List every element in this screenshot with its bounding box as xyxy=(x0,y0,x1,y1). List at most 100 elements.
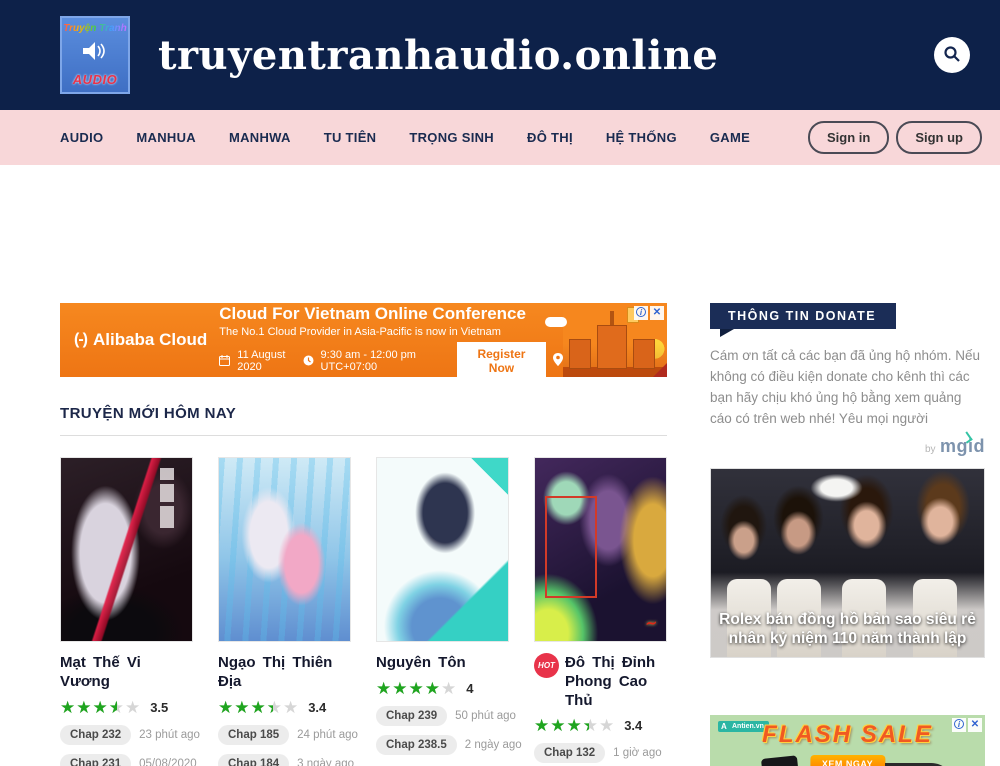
logo-text-top: Truyện Tranh xyxy=(63,23,127,34)
ad-info-icon[interactable]: i xyxy=(952,718,966,732)
comic-cover[interactable] xyxy=(218,457,351,642)
comic-cover[interactable] xyxy=(376,457,509,642)
comic-card: Nguyên Tôn ★★★★★★★★★★ 4 Chap 239 50 phút… xyxy=(376,457,509,766)
xem-ngay-button[interactable]: XEM NGAY xyxy=(810,755,885,766)
comic-card: ~ HOT Đô Thị Đỉnh Phong Cao Thủ ★★★★★★★★… xyxy=(534,457,667,766)
comic-cover[interactable] xyxy=(60,457,193,642)
site-logo[interactable]: Truyện Tranh AUDIO xyxy=(60,16,130,94)
section-divider xyxy=(60,435,667,436)
chapter-row: Chap 184 3 ngày ago xyxy=(218,754,351,766)
ad-headline: Cloud For Vietnam Online Conference xyxy=(219,304,563,324)
comic-title-link[interactable]: Mạt Thế Vi Vương xyxy=(60,654,193,692)
ad-close-icon[interactable]: ✕ xyxy=(650,306,664,320)
nav-items: AUDIO MANHUA MANHWA TU TIÊN TRỌNG SINH Đ… xyxy=(60,130,750,145)
nav-item-he-thong[interactable]: HỆ THỐNG xyxy=(606,130,677,145)
mgid-attribution: by mgid xyxy=(710,436,985,457)
native-ad-image[interactable]: Rolex bán đồng hồ bản sao siêu rẻ nhân k… xyxy=(710,468,985,658)
chapter-link[interactable]: Chap 239 xyxy=(376,706,447,726)
comic-title-link[interactable]: Ngạo Thị Thiên Địa xyxy=(218,654,351,692)
chapter-row: Chap 185 24 phút ago xyxy=(218,725,351,745)
register-now-button[interactable]: Register Now xyxy=(457,342,546,377)
nav-item-game[interactable]: GAME xyxy=(710,130,750,145)
auth-buttons: Sign in Sign up xyxy=(808,121,982,154)
rating-value: 3.5 xyxy=(150,700,168,715)
chapter-time: 23 phút ago xyxy=(139,729,200,741)
comic-card-grid: Mạt Thế Vi Vương ★★★★★★★★★★ 3.5 Chap 232… xyxy=(60,457,667,766)
star-rating: ★★★★★★★★★★ 4 xyxy=(376,680,509,697)
phone-image xyxy=(761,755,803,766)
ad-date: 11 August 2020 xyxy=(237,349,295,373)
flash-sale-ad[interactable]: Antien.vn FLASH SALE XEM NGAY i ✕ xyxy=(710,715,985,766)
calendar-icon xyxy=(219,355,230,366)
mgid-logo[interactable]: mgid xyxy=(940,436,985,456)
chapter-link[interactable]: Chap 232 xyxy=(60,725,131,745)
search-icon xyxy=(943,45,961,66)
ad-time: 9:30 am - 12:00 pm UTC+07:00 xyxy=(321,349,440,373)
chapter-time: 2 ngày ago xyxy=(465,739,522,751)
chapter-time: 50 phút ago xyxy=(455,710,516,722)
nav-item-manhwa[interactable]: MANHWA xyxy=(229,130,291,145)
rating-value: 3.4 xyxy=(624,718,642,733)
chapter-link[interactable]: Chap 132 xyxy=(534,743,605,763)
section-title: TRUYỆN MỚI HÔM NAY xyxy=(60,405,667,422)
comic-cover[interactable]: ~ xyxy=(534,457,667,642)
comic-card: Mạt Thế Vi Vương ★★★★★★★★★★ 3.5 Chap 232… xyxy=(60,457,193,766)
flash-sale-title: FLASH SALE xyxy=(710,721,985,749)
ad-controls: i ✕ xyxy=(634,306,664,320)
main-column: (-) Alibaba Cloud Cloud For Vietnam Onli… xyxy=(60,303,667,766)
content-area: (-) Alibaba Cloud Cloud For Vietnam Onli… xyxy=(60,303,985,766)
chapter-time: 3 ngày ago xyxy=(297,758,354,766)
chapter-time: 1 giờ ago xyxy=(613,747,661,759)
chapter-time: 05/08/2020 xyxy=(139,758,197,766)
star-rating: ★★★★★★★★★★ 3.4 xyxy=(534,717,667,734)
nav-item-tu-tien[interactable]: TU TIÊN xyxy=(324,130,377,145)
chapter-link[interactable]: Chap 185 xyxy=(218,725,289,745)
hot-badge: HOT xyxy=(534,653,559,678)
ad-subline: The No.1 Cloud Provider in Asia-Pacific … xyxy=(219,326,563,338)
nav-item-trong-sinh[interactable]: TRỌNG SINH xyxy=(409,130,494,145)
donate-ribbon-heading: THÔNG TIN DONATE xyxy=(710,303,896,329)
comic-card: Ngạo Thị Thiên Địa ★★★★★★★★★★ 3.4 Chap 1… xyxy=(218,457,351,766)
chapter-row: Chap 132 1 giờ ago xyxy=(534,743,667,763)
sidebar: THÔNG TIN DONATE Cám ơn tất cả các bạn đ… xyxy=(710,303,985,766)
chapter-row: Chap 239 50 phút ago xyxy=(376,706,509,726)
sign-in-button[interactable]: Sign in xyxy=(808,121,889,154)
main-nav: AUDIO MANHUA MANHWA TU TIÊN TRỌNG SINH Đ… xyxy=(0,110,1000,165)
chapter-row: Chap 232 23 phút ago xyxy=(60,725,193,745)
chapter-link[interactable]: Chap 231 xyxy=(60,754,131,766)
chapter-row: Chap 238.5 2 ngày ago xyxy=(376,735,509,755)
sign-up-button[interactable]: Sign up xyxy=(896,121,982,154)
search-button[interactable] xyxy=(934,37,970,73)
chapter-row: Chap 231 05/08/2020 xyxy=(60,754,193,766)
nav-item-do-thi[interactable]: ĐÔ THỊ xyxy=(527,130,573,145)
chapter-time: 24 phút ago xyxy=(297,729,358,741)
nav-item-audio[interactable]: AUDIO xyxy=(60,130,103,145)
rating-value: 3.4 xyxy=(308,700,326,715)
chapter-link[interactable]: Chap 238.5 xyxy=(376,735,457,755)
page-title: truyentranhaudio.online xyxy=(158,32,718,79)
alibaba-logo-icon: (-) xyxy=(74,331,87,349)
nav-item-manhua[interactable]: MANHUA xyxy=(136,130,196,145)
ad-close-icon[interactable]: ✕ xyxy=(968,718,982,732)
comic-title-link[interactable]: Nguyên Tôn xyxy=(376,654,466,673)
alibaba-ad-banner[interactable]: (-) Alibaba Cloud Cloud For Vietnam Onli… xyxy=(60,303,667,377)
star-rating: ★★★★★★★★★★ 3.4 xyxy=(218,699,351,716)
logo-text-audio: AUDIO xyxy=(73,72,117,87)
native-ad-caption[interactable]: Rolex bán đồng hồ bản sao siêu rẻ nhân k… xyxy=(711,610,984,649)
star-rating: ★★★★★★★★★★ 3.5 xyxy=(60,699,193,716)
clock-icon xyxy=(303,355,314,366)
chapter-link[interactable]: Chap 184 xyxy=(218,754,289,766)
alibaba-logo: (-) Alibaba Cloud xyxy=(60,330,219,350)
location-pin-icon xyxy=(553,353,563,369)
site-header: Truyện Tranh AUDIO truyentranhaudio.onli… xyxy=(0,0,1000,110)
ad-controls: i ✕ xyxy=(952,718,982,732)
comic-title-link[interactable]: Đô Thị Đỉnh Phong Cao Thủ xyxy=(565,654,667,710)
ad-banner-text: Cloud For Vietnam Online Conference The … xyxy=(219,303,563,377)
mgid-by-label: by xyxy=(925,444,936,455)
donate-message: Cám ơn tất cả các bạn đã ủng hộ nhóm. Nế… xyxy=(710,346,985,430)
speaker-icon xyxy=(83,42,107,65)
ad-info-icon[interactable]: i xyxy=(634,306,648,320)
rating-value: 4 xyxy=(466,681,473,696)
ad-event-details: 11 August 2020 9:30 am - 12:00 pm UTC+07… xyxy=(219,342,563,377)
cloud-shape xyxy=(545,317,567,327)
